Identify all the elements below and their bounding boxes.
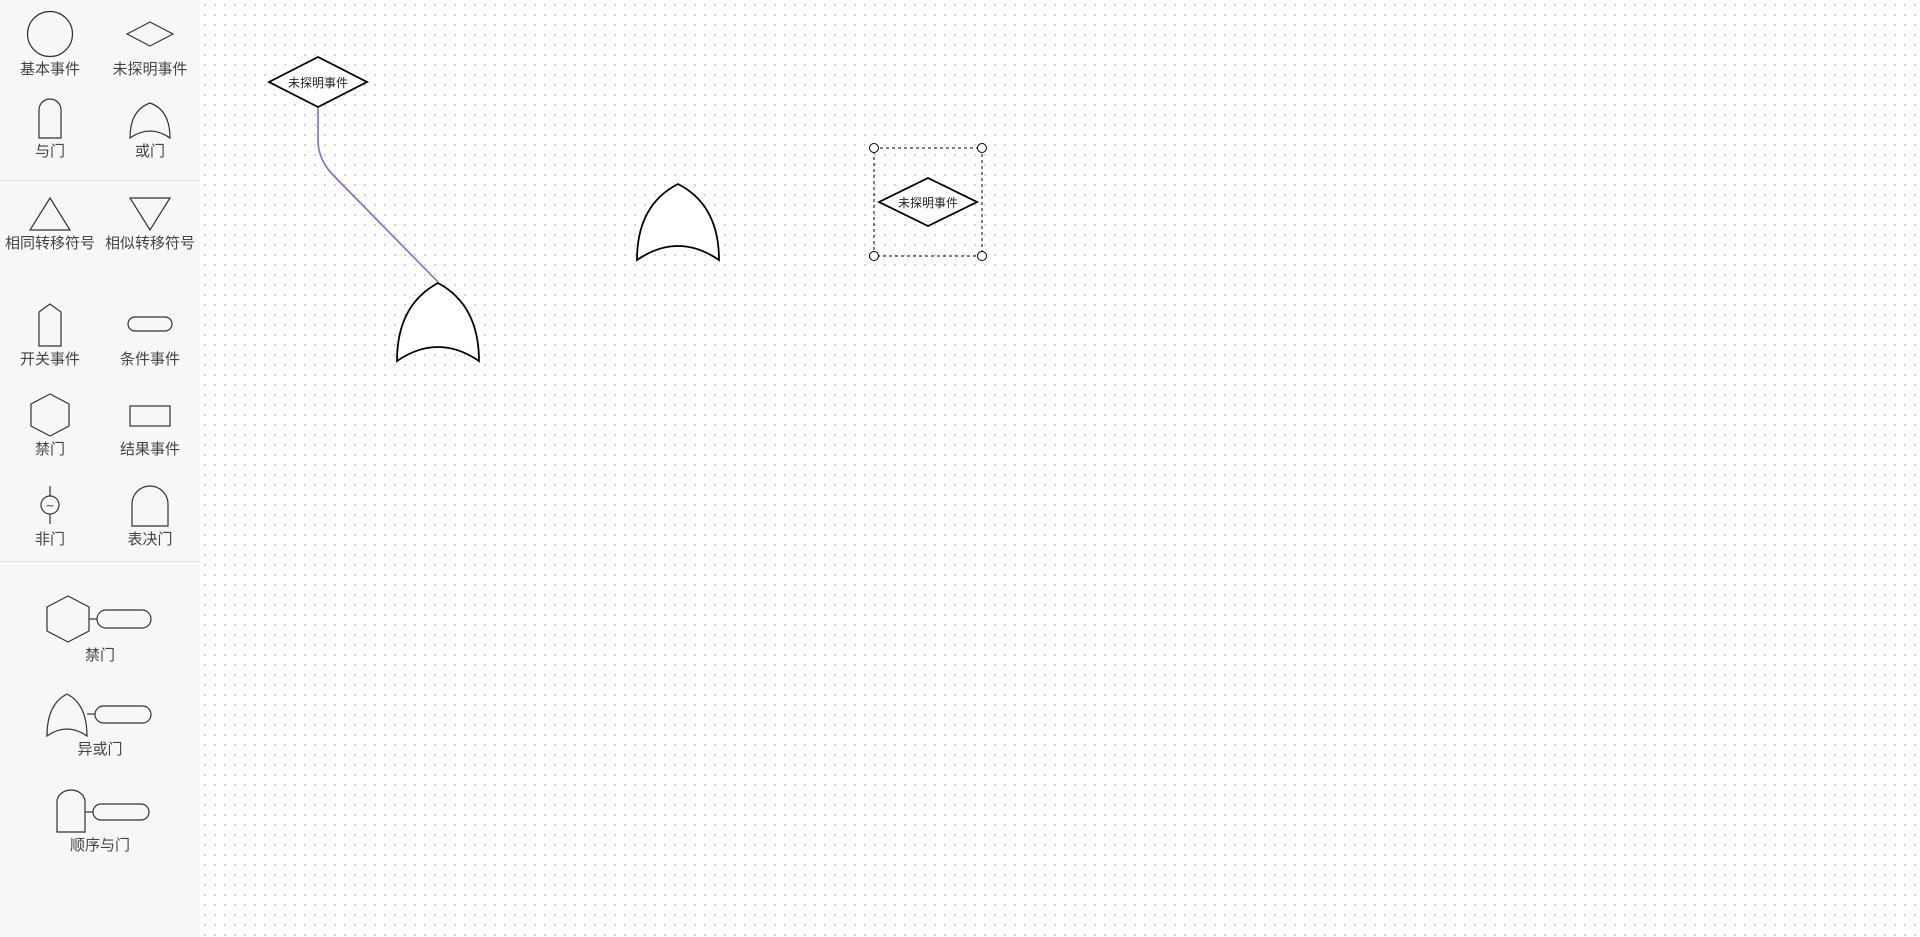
node-undeveloped-event[interactable]: 未探明事件 [267, 55, 369, 109]
house-icon [38, 303, 62, 347]
palette-item-basic-event[interactable]: 基本事件 [0, 10, 100, 79]
diagram-svg: 未探明事件 未探明事件 [267, 55, 987, 363]
priority-and-gate-with-condition-icon [56, 789, 150, 833]
edge-connector[interactable] [317, 107, 439, 283]
palette-divider [0, 180, 200, 181]
and-gate-icon [38, 98, 62, 139]
resize-handle[interactable] [869, 251, 879, 261]
node-label: 未探明事件 [288, 76, 348, 90]
inhibit-gate-with-condition-icon [46, 595, 152, 643]
voting-gate-icon [131, 485, 169, 527]
palette-item-similar-transfer[interactable]: 相似转移符号 [100, 196, 200, 253]
palette-item-label: 未探明事件 [112, 60, 188, 78]
palette-item-voting-gate[interactable]: 表决门 [100, 484, 200, 549]
palette-item-label: 非门 [34, 530, 65, 548]
palette-item-priority-and-gate-combo[interactable]: 顺序与门 [10, 788, 190, 855]
triangle-up-icon [28, 196, 72, 231]
resize-handle[interactable] [869, 143, 879, 153]
palette-item-label: 禁门 [84, 646, 115, 664]
palette-item-label: 相同转移符号 [4, 234, 95, 252]
node-or-gate[interactable] [396, 281, 480, 363]
palette-item-not-gate[interactable]: ~ 非门 [0, 484, 100, 549]
palette-item-inhibit-gate[interactable]: 禁门 [0, 392, 100, 459]
palette-item-same-transfer[interactable]: 相同转移符号 [0, 196, 100, 253]
palette-item-label: 相似转移符号 [104, 234, 195, 252]
palette-item-label: 顺序与门 [69, 836, 130, 854]
xor-gate-with-condition-icon [46, 693, 152, 738]
palette-item-result-event[interactable]: 结果事件 [100, 392, 200, 459]
palette-item-xor-gate-combo[interactable]: 异或门 [10, 692, 190, 759]
palette-divider [0, 561, 200, 562]
palette-item-label: 表决门 [127, 530, 173, 548]
resize-handle[interactable] [977, 251, 987, 261]
palette-item-and-gate[interactable]: 与门 [0, 98, 100, 161]
rectangle-icon [129, 405, 171, 427]
triangle-down-icon [128, 197, 172, 232]
palette-item-condition-event[interactable]: 条件事件 [100, 302, 200, 369]
node-or-gate[interactable] [636, 182, 720, 262]
hexagon-icon [30, 393, 70, 437]
palette-item-label: 禁门 [34, 440, 65, 458]
palette-item-undeveloped-event[interactable]: 未探明事件 [100, 10, 200, 79]
node-undeveloped-event-selected[interactable]: 未探明事件 [869, 143, 987, 261]
palette-item-switch-event[interactable]: 开关事件 [0, 302, 100, 369]
palette-item-inhibit-gate-combo[interactable]: 禁门 [10, 594, 190, 665]
resize-handle[interactable] [977, 143, 987, 153]
shape-palette: 基本事件 未探明事件 与门 或门 相同转移符号 相似转移符号 开关事件 条件事件… [0, 0, 200, 937]
rounded-rect-icon [127, 316, 173, 332]
diamond-icon [125, 21, 175, 47]
or-gate-icon [129, 102, 171, 140]
palette-item-label: 异或门 [77, 740, 123, 758]
circle-icon [26, 10, 74, 58]
diagram-canvas[interactable]: 未探明事件 未探明事件 [200, 0, 1920, 937]
svg-text:~: ~ [45, 499, 54, 512]
palette-item-label: 或门 [134, 142, 165, 160]
node-label: 未探明事件 [898, 196, 958, 210]
palette-item-label: 基本事件 [19, 60, 80, 78]
palette-item-label: 与门 [34, 142, 65, 160]
palette-item-label: 条件事件 [119, 350, 180, 368]
palette-item-label: 开关事件 [19, 350, 80, 368]
palette-item-or-gate[interactable]: 或门 [100, 100, 200, 161]
not-gate-icon: ~ [40, 486, 60, 524]
palette-item-label: 结果事件 [119, 440, 180, 458]
